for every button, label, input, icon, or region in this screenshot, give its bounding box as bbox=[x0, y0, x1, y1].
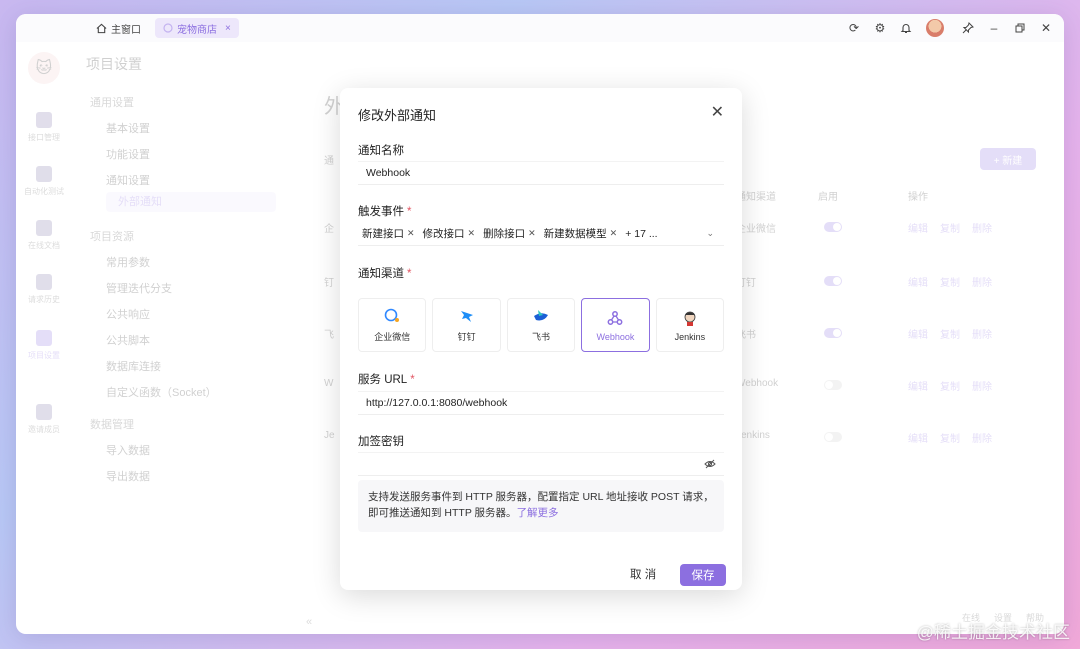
required-mark: * bbox=[407, 268, 412, 280]
required-mark: * bbox=[410, 374, 415, 386]
secret-label: 加签密钥 bbox=[358, 436, 404, 448]
tab-label: 宠物商店 bbox=[177, 24, 217, 36]
title-bar: 主窗口 宠物商店 × ⟳ ⚙ – ✕ bbox=[16, 14, 1064, 42]
info-box: 支持发送服务事件到 HTTP 服务器，配置指定 URL 地址接收 POST 请求… bbox=[358, 480, 724, 532]
close-tab-icon[interactable]: × bbox=[225, 23, 231, 34]
close-icon[interactable]: ✕ bbox=[711, 102, 724, 122]
required-mark: * bbox=[407, 206, 412, 218]
channel-jenkins[interactable]: Jenkins bbox=[655, 298, 725, 352]
feishu-icon bbox=[532, 307, 550, 325]
channel-label: 通知渠道 * bbox=[358, 268, 412, 280]
dialog-title: 修改外部通知 bbox=[358, 108, 437, 123]
name-input[interactable] bbox=[358, 161, 724, 185]
event-tag: 新建接口 ✕ bbox=[362, 228, 415, 240]
save-button[interactable]: 保存 bbox=[680, 564, 726, 586]
bell-icon[interactable] bbox=[896, 18, 916, 38]
close-window-icon[interactable]: ✕ bbox=[1036, 18, 1056, 38]
restore-icon[interactable] bbox=[1010, 18, 1030, 38]
event-tag: 新建数据模型 ✕ bbox=[543, 228, 618, 240]
wecom-icon bbox=[383, 307, 401, 325]
app-icon bbox=[163, 23, 173, 33]
edit-notification-dialog: 修改外部通知 ✕ 通知名称 触发事件* 新建接口✕ 修改接口✕ 删除接口✕ 新建… bbox=[340, 88, 742, 590]
channel-feishu[interactable]: 飞书 bbox=[506, 298, 576, 352]
event-tag: 修改接口 ✕ bbox=[422, 228, 476, 240]
channel-webhook[interactable]: Webhook bbox=[581, 298, 650, 352]
event-tag: 删除接口 ✕ bbox=[483, 228, 536, 240]
refresh-icon[interactable]: ⟳ bbox=[844, 18, 864, 38]
pin-icon[interactable] bbox=[958, 18, 978, 38]
eye-off-icon[interactable] bbox=[704, 458, 716, 473]
app-window: 主窗口 宠物商店 × ⟳ ⚙ – ✕ 🐱 接口管理 自动化测试 在线文档 请求历… bbox=[16, 14, 1064, 634]
channel-dingtalk[interactable]: 钉钉 bbox=[432, 298, 501, 352]
learn-more-link[interactable]: 了解更多 bbox=[517, 507, 559, 519]
remove-tag-icon[interactable]: ✕ bbox=[407, 228, 415, 239]
webhook-icon bbox=[606, 309, 624, 327]
events-label: 触发事件 * bbox=[358, 206, 412, 218]
name-label: 通知名称 bbox=[358, 145, 404, 157]
user-avatar[interactable] bbox=[926, 19, 944, 37]
dingtalk-icon bbox=[458, 307, 476, 325]
home-icon bbox=[96, 23, 107, 33]
more-events: + 17 ... bbox=[625, 227, 658, 240]
channel-wecom[interactable]: 企业微信 bbox=[358, 298, 427, 352]
settings-icon[interactable]: ⚙ bbox=[870, 18, 890, 38]
events-select[interactable]: 新建接口 ✕ 修改接口 ✕ 删除接口 ✕ 新建数据模型 ✕ + 17 ... ⌄ bbox=[358, 222, 724, 246]
secret-input[interactable] bbox=[358, 452, 724, 476]
remove-tag-icon[interactable]: ✕ bbox=[528, 228, 536, 239]
tab-main-window[interactable]: 主窗口 bbox=[88, 18, 149, 38]
cancel-button[interactable]: 取 消 bbox=[630, 566, 656, 582]
minimize-icon[interactable]: – bbox=[984, 18, 1004, 38]
channel-picker: 企业微信 钉钉 飞书 Webhook Jenkins bbox=[358, 298, 725, 352]
watermark: @稀土掘金技术社区 bbox=[916, 623, 1070, 642]
name-input-field[interactable] bbox=[366, 167, 724, 179]
tab-pet-store[interactable]: 宠物商店 × bbox=[155, 18, 239, 38]
url-input[interactable] bbox=[358, 391, 724, 415]
remove-tag-icon[interactable]: ✕ bbox=[610, 228, 618, 239]
titlebar-actions: ⟳ ⚙ – ✕ bbox=[838, 14, 1056, 42]
secret-input-field[interactable] bbox=[366, 458, 724, 470]
url-input-field[interactable] bbox=[366, 397, 724, 409]
chevron-down-icon[interactable]: ⌄ bbox=[706, 228, 714, 239]
tab-label: 主窗口 bbox=[111, 24, 141, 36]
remove-tag-icon[interactable]: ✕ bbox=[468, 228, 476, 239]
url-label: 服务 URL * bbox=[358, 374, 415, 386]
jenkins-icon bbox=[681, 309, 699, 327]
